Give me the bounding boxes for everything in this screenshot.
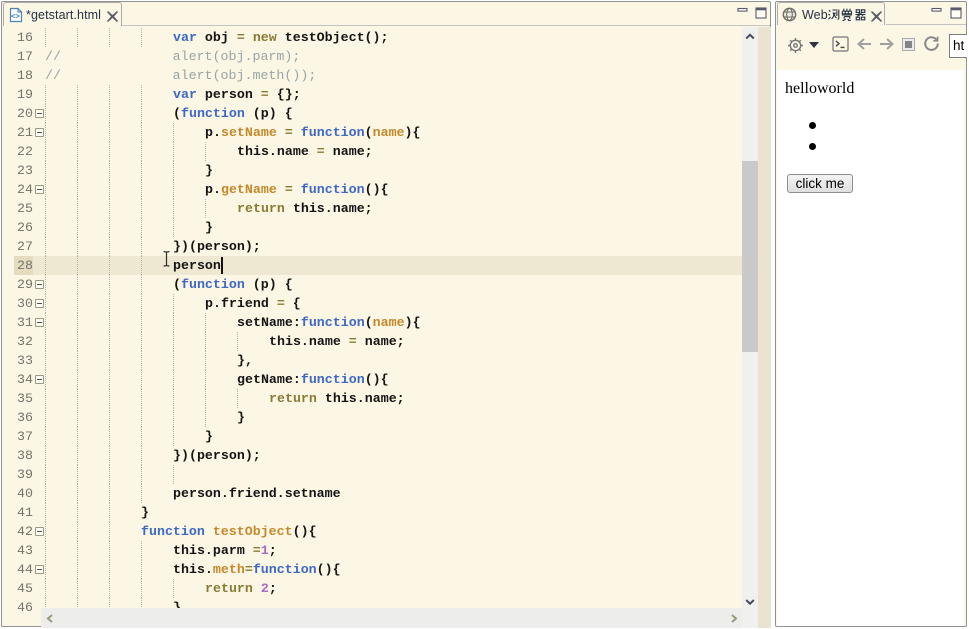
- svg-text:<>: <>: [11, 12, 20, 21]
